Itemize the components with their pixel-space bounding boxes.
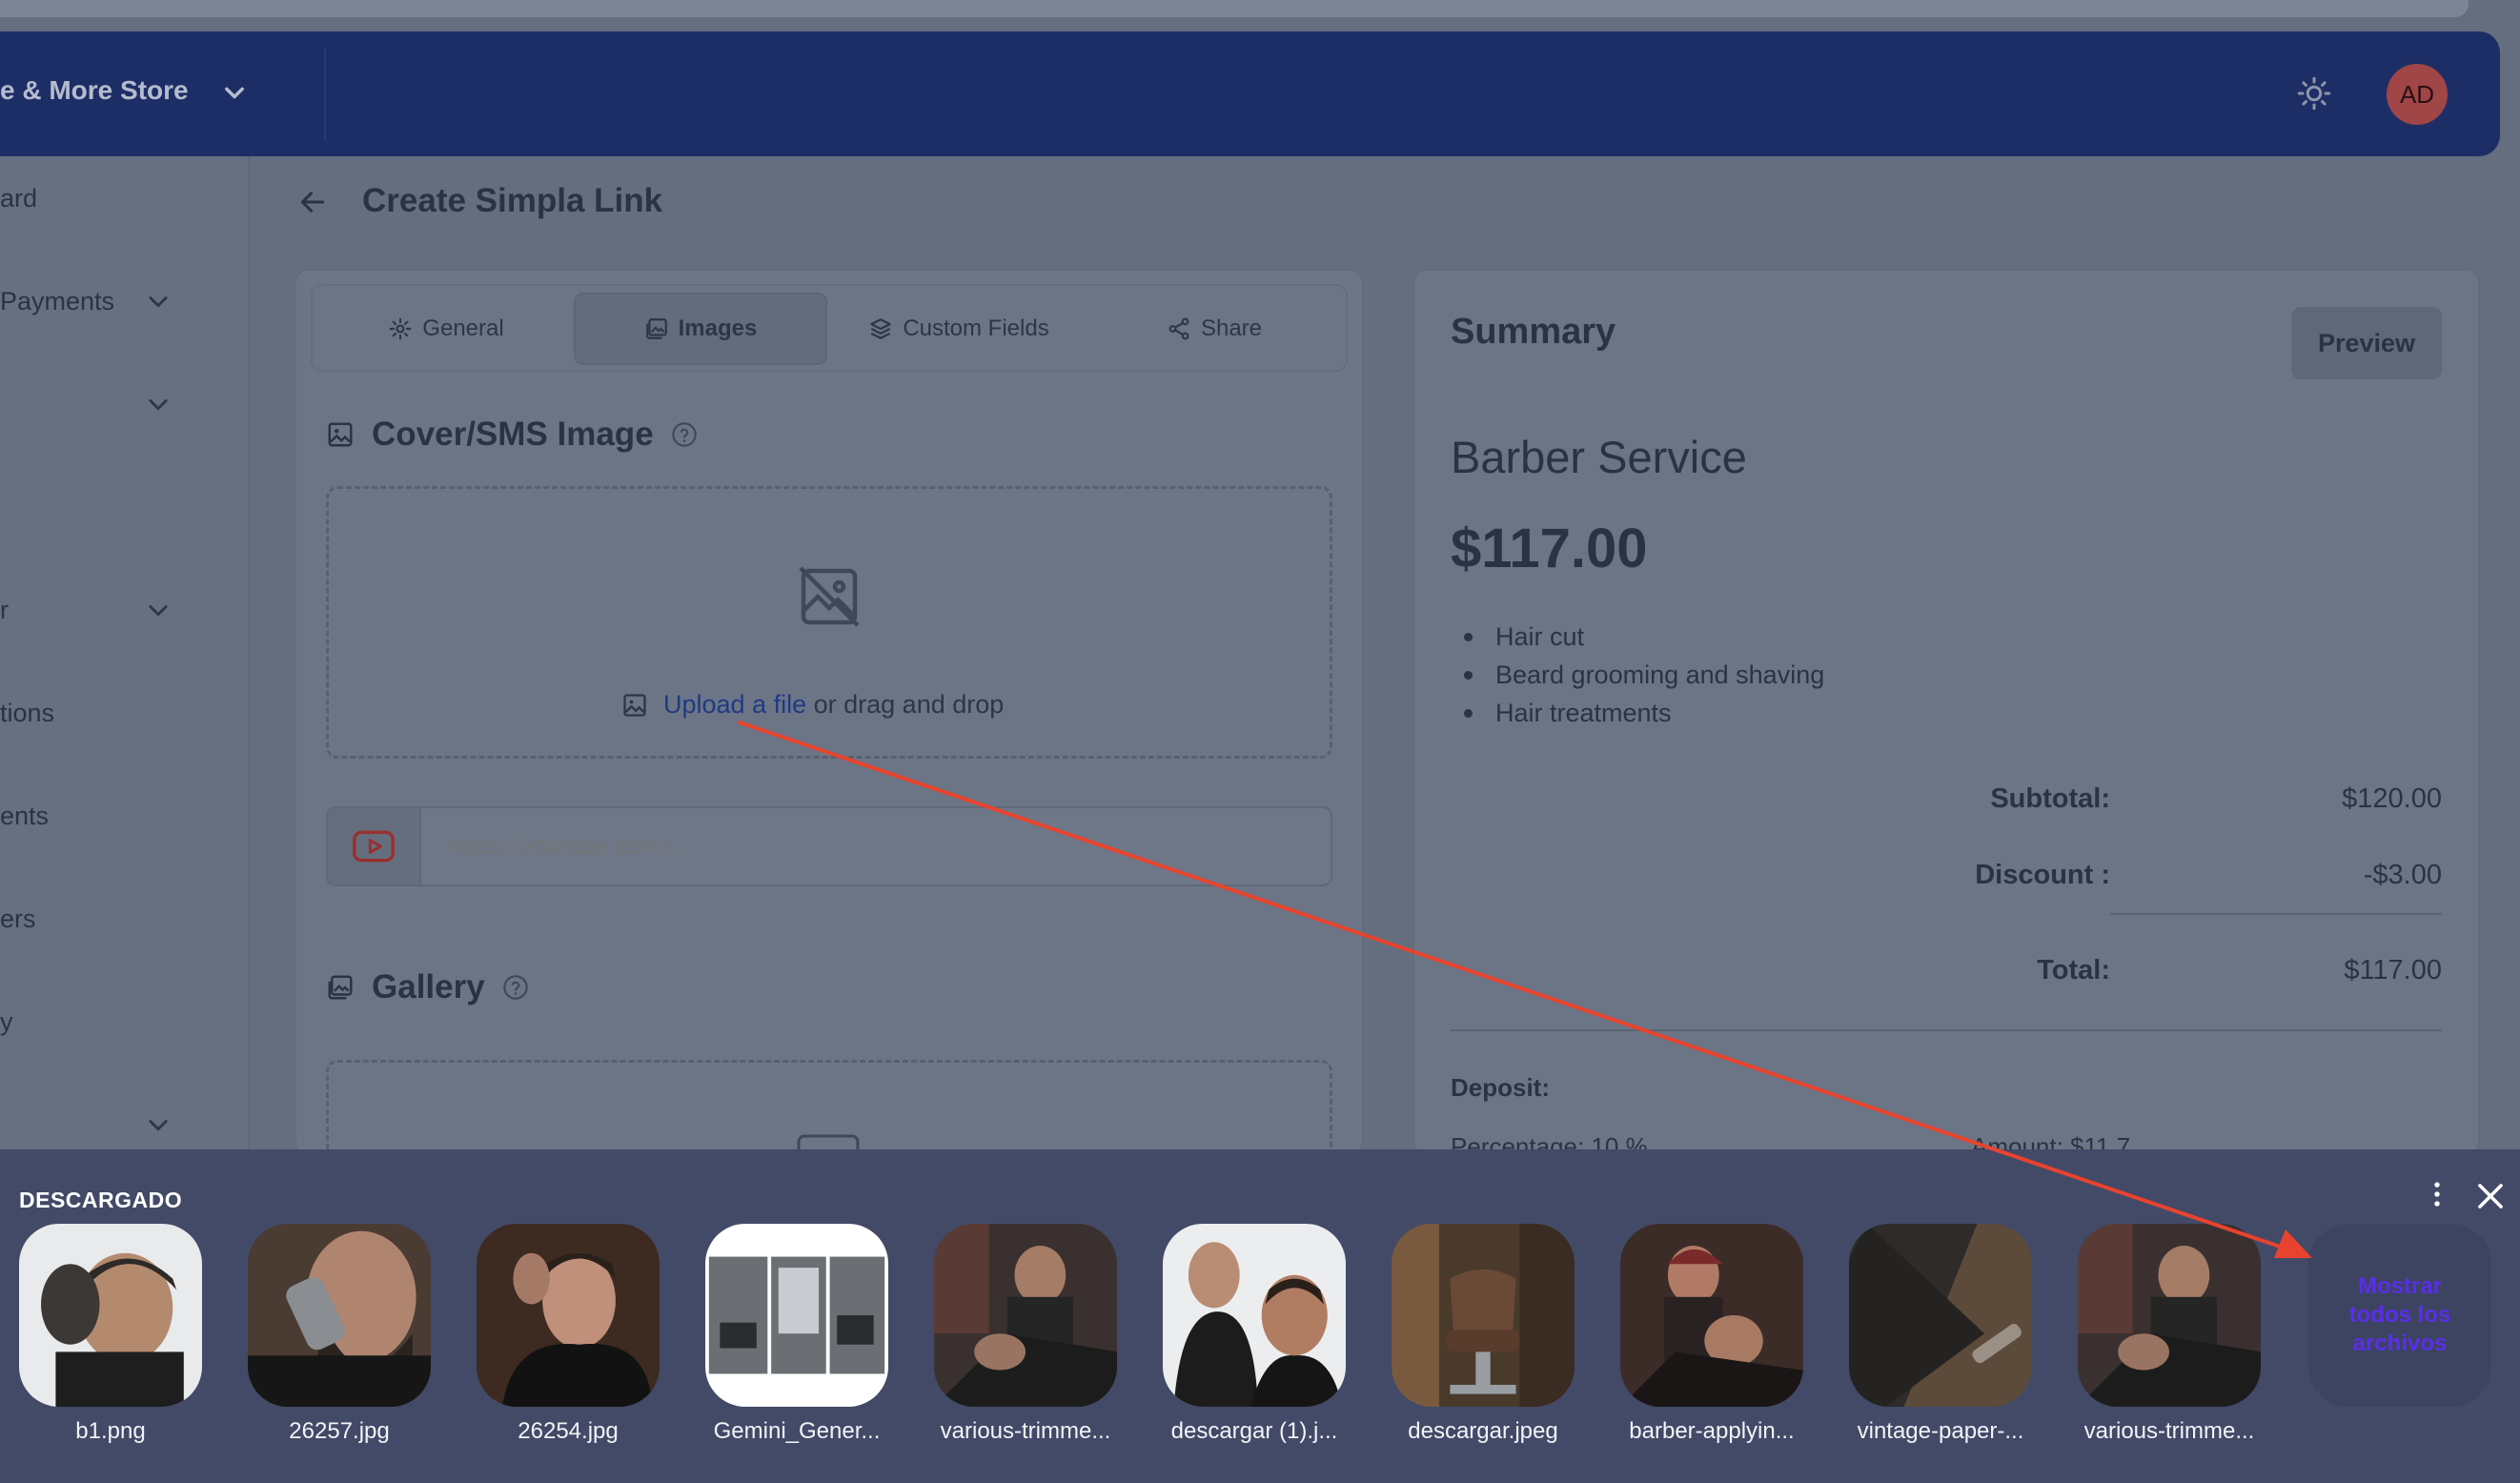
- tab-share-label: Share: [1200, 315, 1263, 341]
- subtotal-value: $120.00: [2342, 783, 2442, 814]
- preview-button[interactable]: Preview: [2291, 307, 2442, 379]
- image-thumbnail-icon: [705, 1224, 888, 1407]
- download-filename: various-trimme...: [940, 1418, 1111, 1444]
- chevron-down-icon[interactable]: [145, 288, 172, 315]
- help-circle-icon[interactable]: [671, 421, 698, 448]
- gear-icon: [389, 317, 412, 340]
- drag-drop-text: or drag and drop: [813, 690, 1005, 719]
- youtube-icon: [353, 830, 395, 863]
- discount-value: -$3.00: [2363, 860, 2442, 890]
- feature-item: Hair cut: [1464, 618, 1824, 656]
- download-thumbnail[interactable]: [934, 1224, 1117, 1407]
- chevron-down-icon[interactable]: [145, 597, 172, 623]
- download-filename: descargar.jpeg: [1408, 1418, 1558, 1444]
- sidebar-item-ers[interactable]: ers: [0, 904, 36, 934]
- tab-general-label: General: [422, 315, 504, 341]
- download-filename: barber-applyin...: [1629, 1418, 1795, 1444]
- upload-file-link[interactable]: Upload a file: [663, 690, 806, 719]
- download-thumbnail[interactable]: [705, 1224, 888, 1407]
- image-thumbnail-icon: [19, 1224, 202, 1407]
- feature-list: Hair cut Beard grooming and shaving Hair…: [1464, 618, 1824, 732]
- image-thumbnail-icon: [934, 1224, 1117, 1407]
- upload-prompt: Upload a file or drag and drop: [621, 690, 1004, 720]
- chevron-down-icon[interactable]: [145, 1111, 172, 1138]
- gallery-icon: [328, 975, 353, 1000]
- cover-image-title-text: Cover/SMS Image: [372, 416, 654, 453]
- subtotal-label: Subtotal:: [1990, 783, 2110, 814]
- download-filename: descargar (1).j...: [1170, 1418, 1338, 1444]
- image-icon: [328, 422, 353, 447]
- discount-label: Discount :: [1975, 860, 2110, 890]
- show-all-downloads-button[interactable]: Mostrar todos los archivos: [2308, 1224, 2491, 1407]
- image-thumbnail-icon: [2078, 1224, 2261, 1407]
- image-icon: [623, 693, 646, 717]
- tab-general[interactable]: General: [322, 293, 570, 365]
- sidebar-item-tions[interactable]: tions: [0, 699, 54, 728]
- deposit-label: Deposit:: [1451, 1073, 1550, 1102]
- image-thumbnail-icon: [1620, 1224, 1803, 1407]
- download-thumbnail[interactable]: [248, 1224, 431, 1407]
- total-label: Total:: [2037, 955, 2110, 985]
- summary-divider: [1451, 1029, 2442, 1031]
- tab-custom-fields-label: Custom Fields: [903, 315, 1049, 341]
- more-options-icon[interactable]: [2421, 1178, 2453, 1210]
- image-icon: [645, 318, 667, 339]
- no-image-icon: [799, 566, 860, 627]
- header-divider: [324, 48, 326, 141]
- chevron-down-icon[interactable]: [145, 391, 172, 417]
- tab-images[interactable]: Images: [574, 293, 827, 365]
- app-header: [0, 31, 2500, 156]
- download-thumbnail[interactable]: [19, 1224, 202, 1407]
- download-thumbnail[interactable]: [477, 1224, 660, 1407]
- close-icon[interactable]: [2472, 1178, 2509, 1214]
- download-shelf-title: DESCARGADO: [19, 1188, 183, 1212]
- image-thumbnail-icon: [1849, 1224, 2032, 1407]
- page-title: Create Simpla Link: [362, 182, 663, 219]
- tab-images-label: Images: [678, 315, 758, 341]
- total-value: $117.00: [2344, 955, 2442, 985]
- youtube-prefix: [328, 808, 421, 884]
- image-thumbnail-icon: [1163, 1224, 1346, 1407]
- gallery-section-title: Gallery: [326, 968, 529, 1006]
- store-switcher-chevron-down-icon[interactable]: [221, 80, 248, 107]
- back-arrow-icon[interactable]: [295, 187, 330, 217]
- download-filename: various-trimme...: [2083, 1418, 2255, 1444]
- video-url-input[interactable]: [446, 831, 1285, 861]
- window-top-strip: [0, 0, 2469, 17]
- sidebar-item-dashboard[interactable]: ard: [0, 184, 37, 213]
- share-icon: [1169, 317, 1189, 340]
- download-filename: 26254.jpg: [518, 1418, 619, 1444]
- help-circle-icon[interactable]: [502, 974, 529, 1001]
- download-filename: b1.png: [75, 1418, 146, 1444]
- feature-item: Hair treatments: [1464, 694, 1824, 732]
- image-thumbnail-icon: [1392, 1224, 1575, 1407]
- tab-share[interactable]: Share: [1090, 293, 1338, 365]
- download-thumbnail[interactable]: [1849, 1224, 2032, 1407]
- layers-icon: [870, 318, 892, 339]
- download-thumbnail[interactable]: [1163, 1224, 1346, 1407]
- image-thumbnail-icon: [248, 1224, 431, 1407]
- theme-toggle-sun-icon[interactable]: [2297, 76, 2331, 111]
- cover-image-section-title: Cover/SMS Image: [326, 416, 698, 454]
- download-filename: 26257.jpg: [289, 1418, 390, 1444]
- sidebar-item-payments[interactable]: Payments: [0, 287, 114, 316]
- store-name: e & More Store: [0, 75, 189, 105]
- product-price: $117.00: [1451, 518, 1648, 579]
- gallery-title-text: Gallery: [372, 968, 485, 1006]
- download-thumbnail[interactable]: [1392, 1224, 1575, 1407]
- download-thumbnail[interactable]: [2078, 1224, 2261, 1407]
- download-filename: vintage-paper-...: [1857, 1418, 2024, 1444]
- feature-item: Beard grooming and shaving: [1464, 656, 1824, 694]
- image-thumbnail-icon: [477, 1224, 660, 1407]
- download-filename: Gemini_Gener...: [713, 1418, 881, 1444]
- product-name: Barber Service: [1451, 432, 1747, 482]
- sidebar-item-y[interactable]: y: [0, 1007, 13, 1037]
- sidebar-item-r[interactable]: r: [0, 596, 9, 625]
- summary-title: Summary: [1451, 312, 1616, 352]
- user-avatar[interactable]: AD: [2387, 64, 2448, 125]
- tab-custom-fields[interactable]: Custom Fields: [831, 293, 1087, 365]
- download-thumbnail[interactable]: [1620, 1224, 1803, 1407]
- sidebar-item-ents[interactable]: ents: [0, 802, 49, 831]
- totals-divider: [2110, 913, 2442, 915]
